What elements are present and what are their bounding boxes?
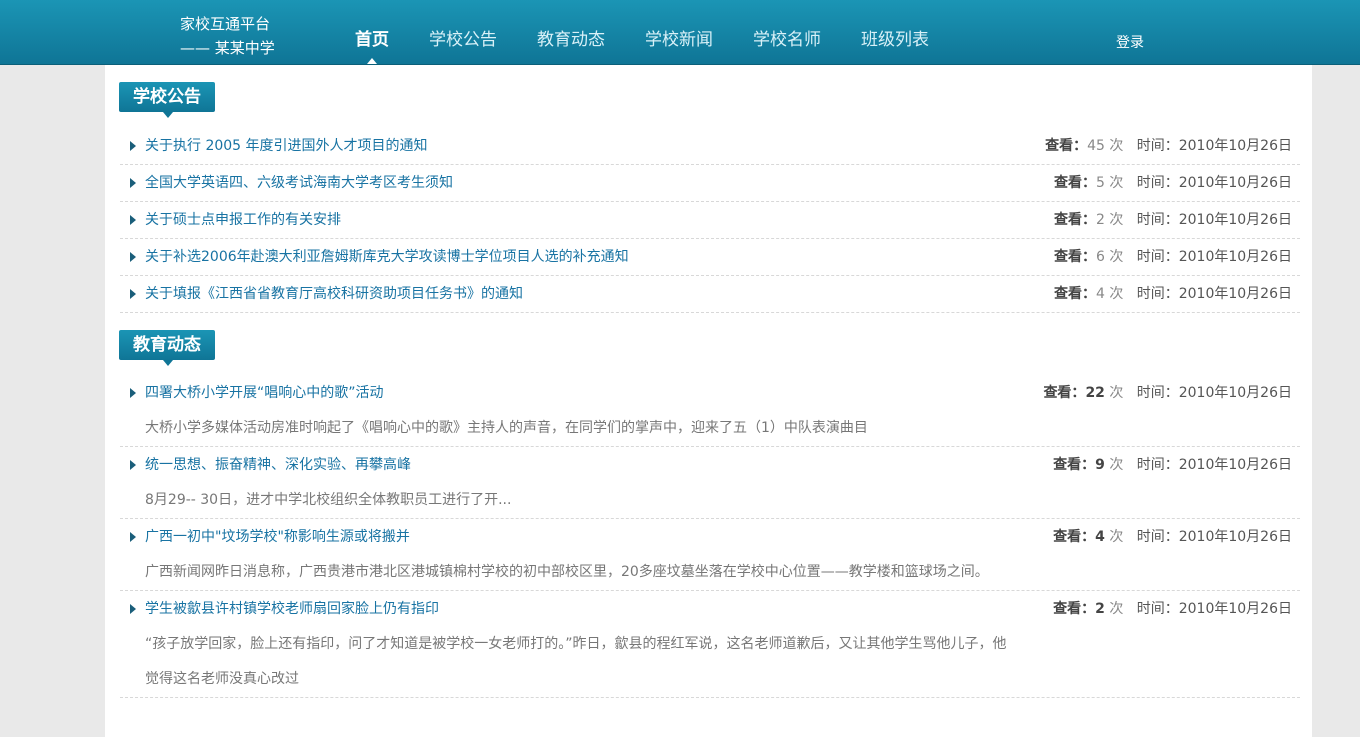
notice-meta: 查看：45 次 时间：2010年10月26日 xyxy=(1045,138,1292,154)
news-meta: 查看：2 次 时间：2010年10月26日 xyxy=(1053,601,1292,617)
notice-meta: 查看：4 次 时间：2010年10月26日 xyxy=(1054,286,1292,302)
news-title[interactable]: 统一思想、振奋精神、深化实验、再攀高峰 xyxy=(145,447,411,483)
notice-title[interactable]: 关于执行 2005 年度引进国外人才项目的通知 xyxy=(145,128,428,164)
view-count: 4 xyxy=(1095,529,1105,545)
nav-education-news[interactable]: 教育动态 xyxy=(537,0,605,64)
triangle-bullet-icon xyxy=(130,289,136,299)
notice-list: 关于执行 2005 年度引进国外人才项目的通知 查看：45 次 时间：2010年… xyxy=(120,128,1300,313)
view-count: 22 xyxy=(1085,385,1105,401)
notice-title[interactable]: 关于硕士点申报工作的有关安排 xyxy=(145,202,341,238)
section-tag-notices: 学校公告 xyxy=(119,82,215,118)
section-tag-education-news: 教育动态 xyxy=(119,330,215,366)
nav-school-notices[interactable]: 学校公告 xyxy=(429,0,497,64)
triangle-bullet-icon xyxy=(130,388,136,398)
news-summary: 8月29-- 30日，进才中学北校组织全体教职员工进行了开... xyxy=(145,492,512,508)
view-count: 2 xyxy=(1096,212,1105,228)
notice-title[interactable]: 全国大学英语四、六级考试海南大学考区考生须知 xyxy=(145,165,453,201)
nav-class-list[interactable]: 班级列表 xyxy=(861,0,929,64)
news-title[interactable]: 四署大桥小学开展“唱响心中的歌”活动 xyxy=(145,375,384,411)
post-date: 2010年10月26日 xyxy=(1178,138,1292,154)
triangle-bullet-icon xyxy=(130,141,136,151)
news-meta: 查看：9 次 时间：2010年10月26日 xyxy=(1053,457,1292,473)
triangle-bullet-icon xyxy=(130,178,136,188)
notice-title[interactable]: 关于填报《江西省省教育厅高校科研资助项目任务书》的通知 xyxy=(145,276,523,312)
news-title[interactable]: 学生被歙县许村镇学校老师扇回家脸上仍有指印 xyxy=(145,591,439,627)
notice-meta: 查看：6 次 时间：2010年10月26日 xyxy=(1054,249,1292,265)
view-count: 45 xyxy=(1087,138,1105,154)
view-count: 4 xyxy=(1096,286,1105,302)
left-margin xyxy=(0,65,105,737)
news-row: 广西一初中"坟场学校"称影响生源或将搬并 查看：4 次 时间：2010年10月2… xyxy=(120,519,1300,591)
triangle-bullet-icon xyxy=(130,460,136,470)
post-date: 2010年10月26日 xyxy=(1178,249,1292,265)
triangle-bullet-icon xyxy=(130,215,136,225)
notice-row: 关于硕士点申报工作的有关安排 查看：2 次 时间：2010年10月26日 xyxy=(120,202,1300,239)
notice-row: 全国大学英语四、六级考试海南大学考区考生须知 查看：5 次 时间：2010年10… xyxy=(120,165,1300,202)
top-navbar: 家校互通平台 —— 某某中学 首页 学校公告 教育动态 学校新闻 学校名师 班级… xyxy=(0,0,1360,65)
nav-school-news[interactable]: 学校新闻 xyxy=(645,0,713,64)
notice-row: 关于补选2006年赴澳大利亚詹姆斯库克大学攻读博士学位项目人选的补充通知 查看：… xyxy=(120,239,1300,276)
news-row: 统一思想、振奋精神、深化实验、再攀高峰 查看：9 次 时间：2010年10月26… xyxy=(120,447,1300,519)
view-count: 5 xyxy=(1096,175,1105,191)
news-meta: 查看：22 次 时间：2010年10月26日 xyxy=(1043,385,1292,401)
triangle-bullet-icon xyxy=(130,604,136,614)
post-date: 2010年10月26日 xyxy=(1178,529,1292,545)
post-date: 2010年10月26日 xyxy=(1178,286,1292,302)
notice-meta: 查看：5 次 时间：2010年10月26日 xyxy=(1054,175,1292,191)
news-summary: 大桥小学多媒体活动房准时响起了《唱响心中的歌》主持人的声音，在同学们的掌声中，迎… xyxy=(145,420,868,436)
post-date: 2010年10月26日 xyxy=(1178,175,1292,191)
login-link[interactable]: 登录 xyxy=(1116,32,1144,52)
view-count: 9 xyxy=(1095,457,1105,473)
main-content: 学校公告 关于执行 2005 年度引进国外人才项目的通知 查看：45 次 时间：… xyxy=(105,65,1312,737)
brand: 家校互通平台 —— 某某中学 xyxy=(180,12,275,60)
news-summary: 广西新闻网昨日消息称，广西贵港市港北区港城镇棉村学校的初中部校区里，20多座坟墓… xyxy=(145,564,989,580)
news-summary: “孩子放学回家，脸上还有指印，问了才知道是被学校一女老师打的。”昨日，歙县的程红… xyxy=(145,636,1007,687)
triangle-bullet-icon xyxy=(130,532,136,542)
view-count: 6 xyxy=(1096,249,1105,265)
nav-famous-teachers[interactable]: 学校名师 xyxy=(753,0,821,64)
notice-row: 关于填报《江西省省教育厅高校科研资助项目任务书》的通知 查看：4 次 时间：20… xyxy=(120,276,1300,313)
notice-row: 关于执行 2005 年度引进国外人才项目的通知 查看：45 次 时间：2010年… xyxy=(120,128,1300,165)
triangle-bullet-icon xyxy=(130,252,136,262)
main-nav: 首页 学校公告 教育动态 学校新闻 学校名师 班级列表 xyxy=(355,0,969,64)
post-date: 2010年10月26日 xyxy=(1178,212,1292,228)
post-date: 2010年10月26日 xyxy=(1178,457,1292,473)
news-row: 四署大桥小学开展“唱响心中的歌”活动 查看：22 次 时间：2010年10月26… xyxy=(120,375,1300,447)
nav-home[interactable]: 首页 xyxy=(355,0,389,64)
post-date: 2010年10月26日 xyxy=(1178,601,1292,617)
post-date: 2010年10月26日 xyxy=(1178,385,1292,401)
brand-title: 家校互通平台 xyxy=(180,15,271,33)
view-count: 2 xyxy=(1095,601,1105,617)
notice-meta: 查看：2 次 时间：2010年10月26日 xyxy=(1054,212,1292,228)
notice-title[interactable]: 关于补选2006年赴澳大利亚詹姆斯库克大学攻读博士学位项目人选的补充通知 xyxy=(145,239,629,275)
news-list: 四署大桥小学开展“唱响心中的歌”活动 查看：22 次 时间：2010年10月26… xyxy=(120,375,1300,698)
brand-school: —— 某某中学 xyxy=(180,39,275,57)
news-meta: 查看：4 次 时间：2010年10月26日 xyxy=(1053,529,1292,545)
news-row: 学生被歙县许村镇学校老师扇回家脸上仍有指印 查看：2 次 时间：2010年10月… xyxy=(120,591,1300,698)
news-title[interactable]: 广西一初中"坟场学校"称影响生源或将搬并 xyxy=(145,519,410,555)
